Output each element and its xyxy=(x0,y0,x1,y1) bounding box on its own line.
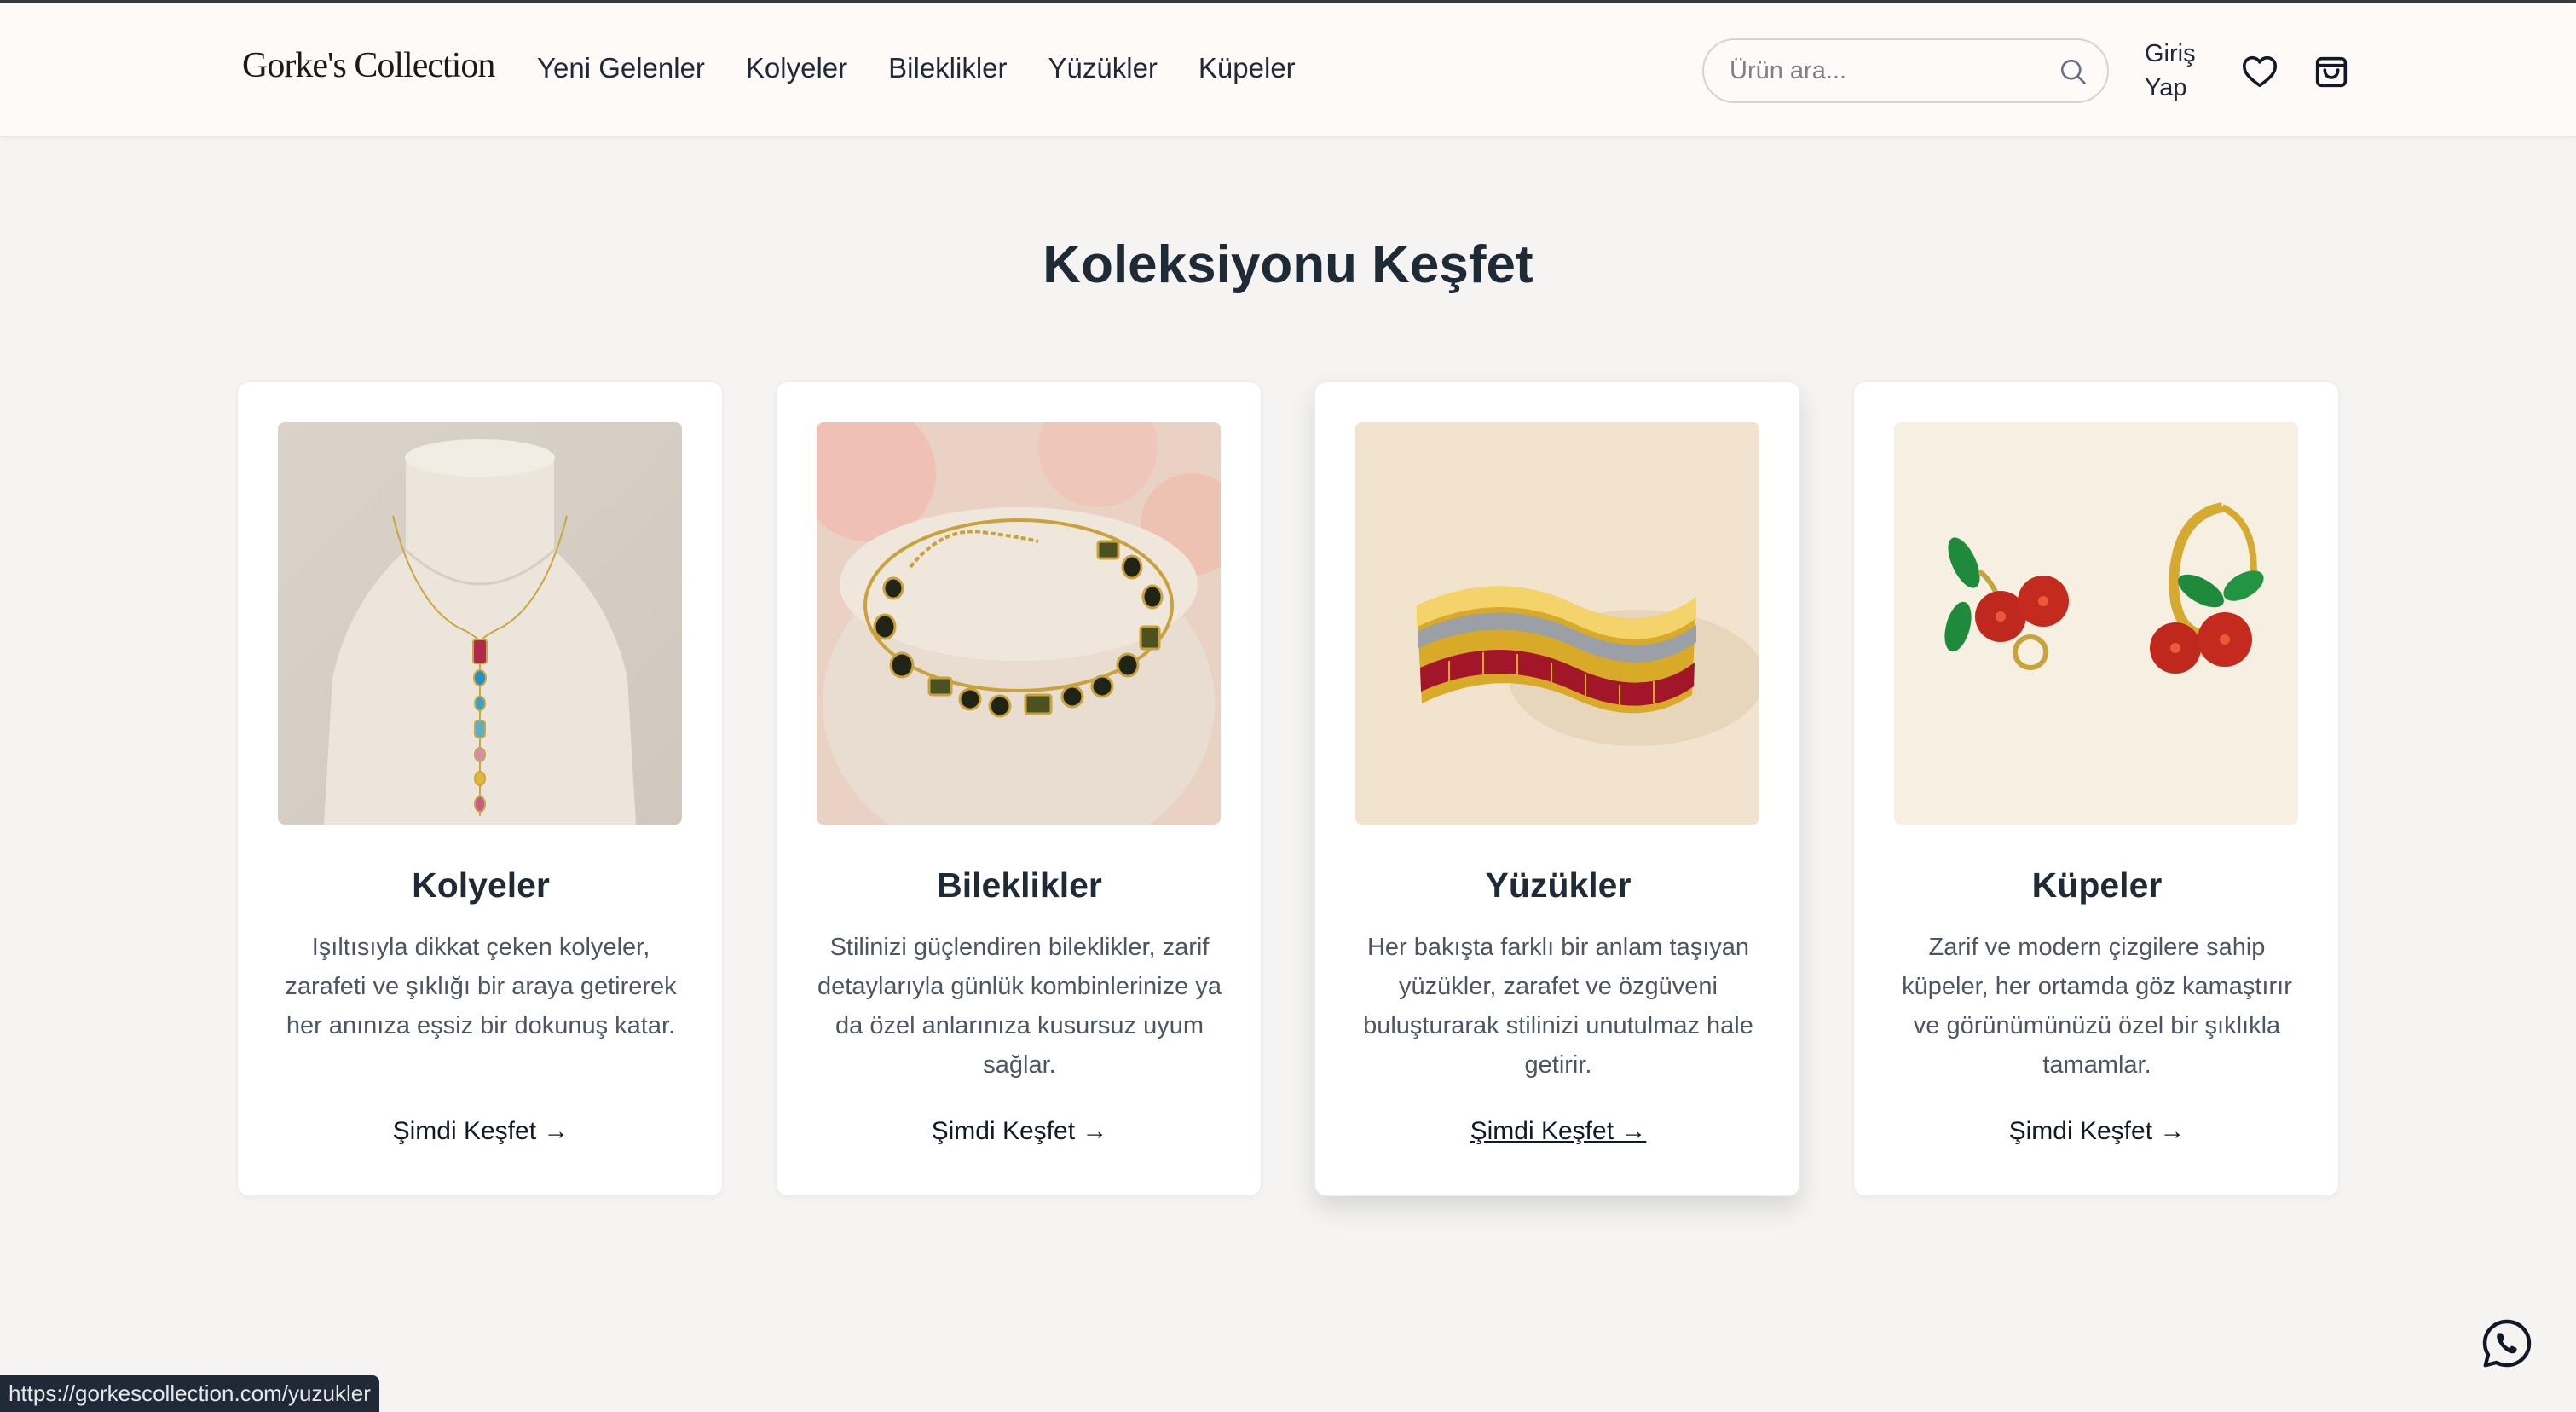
nav-item-earrings[interactable]: Küpeler xyxy=(1198,52,1296,84)
card-description: Zarif ve modern çizgilere sahip küpeler,… xyxy=(1902,934,2292,1079)
main-nav: Yeni Gelenler Kolyeler Bileklikler Yüzük… xyxy=(537,52,1296,84)
nav-item-bracelets[interactable]: Bileklikler xyxy=(888,52,1007,84)
explore-now-link[interactable]: Şimdi Keşfet → xyxy=(1315,1117,1801,1146)
card-title: Kolyeler xyxy=(412,865,550,905)
card-description: Işıltısıyla dikkat çeken kolyeler, zaraf… xyxy=(285,934,677,1039)
explore-now-link[interactable]: Şimdi Keşfet → xyxy=(777,1117,1262,1146)
login-link[interactable]: Giriş Yap xyxy=(2145,37,2213,105)
shopping-bag-icon[interactable] xyxy=(2312,52,2351,91)
ring-image[interactable] xyxy=(1355,422,1759,825)
site-header: Gorke's Collection Yeni Gelenler Kolyele… xyxy=(0,3,2576,137)
whatsapp-icon[interactable] xyxy=(2480,1317,2534,1371)
nav-item-new-arrivals[interactable]: Yeni Gelenler xyxy=(537,52,705,84)
card-title: Küpeler xyxy=(2031,865,2163,905)
status-bar-url: https://gorkescollection.com/yuzukler xyxy=(0,1375,379,1412)
nav-item-necklaces[interactable]: Kolyeler xyxy=(746,52,847,84)
category-card-earrings[interactable]: Küpeler Zarif ve modern çizgilere sahip … xyxy=(1853,381,2339,1196)
explore-now-link[interactable]: Şimdi Keşfet → xyxy=(1854,1117,2340,1146)
logo[interactable]: Gorke's Collection xyxy=(242,45,495,86)
necklace-image[interactable] xyxy=(278,422,682,825)
section-title: Koleksiyonu Keşfet xyxy=(1043,235,1533,294)
nav-item-rings[interactable]: Yüzükler xyxy=(1048,52,1158,84)
earrings-image[interactable] xyxy=(1894,422,2298,825)
heart-icon[interactable] xyxy=(2240,52,2279,91)
category-card-rings[interactable]: Yüzükler Her bakışta farklı bir anlam ta… xyxy=(1314,381,1800,1196)
explore-now-link[interactable]: Şimdi Keşfet → xyxy=(238,1117,724,1146)
card-description: Stilinizi güçlendiren bileklikler, zarif… xyxy=(817,934,1222,1079)
card-description: Her bakışta farklı bir anlam taşıyan yüz… xyxy=(1363,934,1753,1079)
category-card-necklaces[interactable]: Kolyeler Işıltısıyla dikkat çeken kolyel… xyxy=(237,381,723,1196)
card-title: Yüzükler xyxy=(1485,865,1632,905)
search-box xyxy=(1702,38,2109,103)
search-input[interactable] xyxy=(1730,50,2045,91)
bracelet-image[interactable] xyxy=(817,422,1221,825)
search-icon[interactable] xyxy=(2058,56,2088,87)
category-card-bracelets[interactable]: Bileklikler Stilinizi güçlendiren bilekl… xyxy=(776,381,1262,1196)
card-title: Bileklikler xyxy=(937,865,1102,905)
